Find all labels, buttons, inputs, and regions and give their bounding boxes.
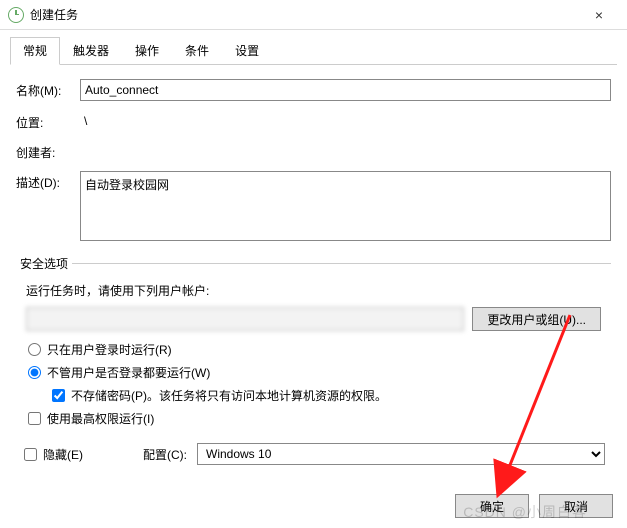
no-store-password-input[interactable] (52, 389, 65, 402)
radio-any-input[interactable] (28, 366, 41, 379)
tab-triggers[interactable]: 触发器 (60, 37, 122, 65)
description-input[interactable] (80, 171, 611, 241)
dialog-footer: 确定 取消 (455, 494, 613, 518)
account-field (26, 307, 464, 331)
no-store-password[interactable]: 不存储密码(P)。该任务将只有访问本地计算机资源的权限。 (26, 387, 601, 404)
radio-logged-on[interactable]: 只在用户登录时运行(R) (26, 341, 601, 358)
change-user-button[interactable]: 更改用户或组(U)... (472, 307, 601, 331)
name-label: 名称(M): (16, 79, 80, 99)
no-store-password-label: 不存储密码(P)。该任务将只有访问本地计算机资源的权限。 (71, 387, 387, 404)
cancel-button[interactable]: 取消 (539, 494, 613, 518)
tab-bar: 常规 触发器 操作 条件 设置 (10, 36, 617, 65)
hidden-checkbox[interactable]: 隐藏(E) (22, 446, 83, 463)
radio-logged-on-input[interactable] (28, 343, 41, 356)
titlebar: 创建任务 × (0, 0, 627, 30)
description-label: 描述(D): (16, 171, 80, 191)
close-button[interactable]: × (579, 0, 619, 30)
name-input[interactable] (80, 79, 611, 101)
radio-logged-on-label: 只在用户登录时运行(R) (47, 341, 172, 358)
radio-any-label: 不管用户是否登录都要运行(W) (47, 364, 210, 381)
tab-conditions[interactable]: 条件 (172, 37, 222, 65)
tab-general[interactable]: 常规 (10, 37, 60, 65)
location-value: \ (80, 111, 611, 130)
run-as-label: 运行任务时，请使用下列用户帐户: (26, 282, 601, 299)
highest-privileges[interactable]: 使用最高权限运行(I) (26, 410, 601, 427)
radio-any[interactable]: 不管用户是否登录都要运行(W) (26, 364, 601, 381)
window-title: 创建任务 (30, 6, 78, 23)
hidden-label: 隐藏(E) (43, 446, 83, 463)
location-label: 位置: (16, 111, 80, 131)
ok-button[interactable]: 确定 (455, 494, 529, 518)
highest-privileges-label: 使用最高权限运行(I) (47, 410, 154, 427)
security-legend: 安全选项 (16, 255, 72, 272)
author-label: 创建者: (16, 141, 80, 161)
highest-privileges-input[interactable] (28, 412, 41, 425)
author-value (80, 141, 611, 146)
clock-icon (8, 7, 24, 23)
hidden-checkbox-input[interactable] (24, 448, 37, 461)
configure-label: 配置(C): (143, 446, 187, 463)
security-options: 安全选项 运行任务时，请使用下列用户帐户: 更改用户或组(U)... 只在用户登… (16, 255, 611, 433)
configure-select[interactable]: Windows 10 (197, 443, 605, 465)
tab-settings[interactable]: 设置 (222, 37, 272, 65)
tab-actions[interactable]: 操作 (122, 37, 172, 65)
